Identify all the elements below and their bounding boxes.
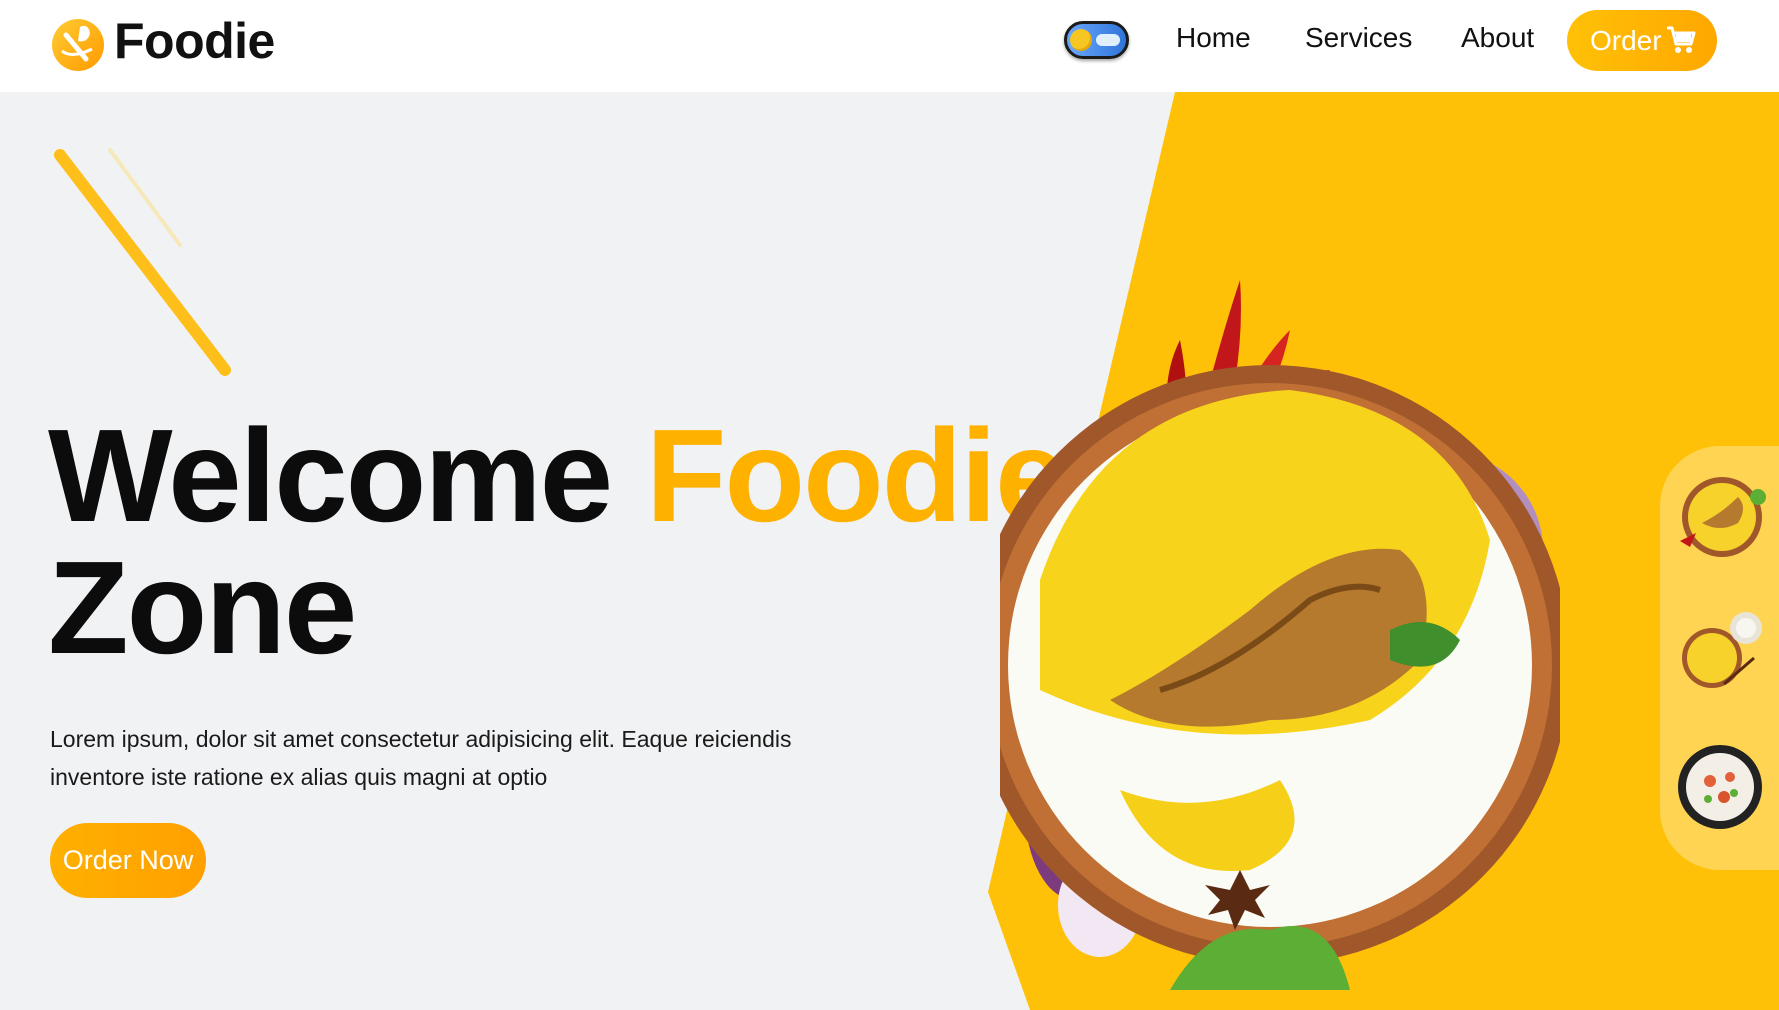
fork-spoon-plate-icon (50, 5, 106, 77)
navbar: Foodie Home Services About Order (0, 0, 1779, 92)
thumbnail-biryani-raita[interactable] (1674, 606, 1766, 698)
nav-about-link[interactable]: About (1461, 22, 1534, 54)
hero-title: Welcome Foodie Zone (48, 410, 1068, 674)
cart-icon (1667, 26, 1696, 53)
biryani-plate-image (1000, 280, 1560, 990)
hero-title-zone: Zone (48, 534, 357, 681)
brand-name: Foodie (114, 13, 275, 69)
brand-logo[interactable]: Foodie (50, 4, 275, 78)
order-now-button[interactable]: Order Now (50, 823, 206, 898)
nav-services-link[interactable]: Services (1305, 22, 1412, 54)
nav-home-link[interactable]: Home (1176, 22, 1251, 54)
order-button[interactable]: Order (1567, 10, 1717, 71)
cloud-icon (1096, 34, 1120, 46)
theme-toggle[interactable] (1064, 21, 1129, 59)
order-now-label: Order Now (62, 845, 194, 875)
dish-thumbnail-rail (1660, 446, 1779, 870)
thumbnail-rice-bowl[interactable] (1674, 741, 1766, 833)
chopsticks-decor (54, 148, 231, 376)
thumbnail-biryani[interactable] (1674, 471, 1766, 563)
hero-title-welcome: Welcome (48, 402, 613, 549)
order-button-label: Order (1590, 24, 1662, 56)
sun-icon (1070, 29, 1092, 51)
hero-description: Lorem ipsum, dolor sit amet consectetur … (50, 726, 792, 790)
